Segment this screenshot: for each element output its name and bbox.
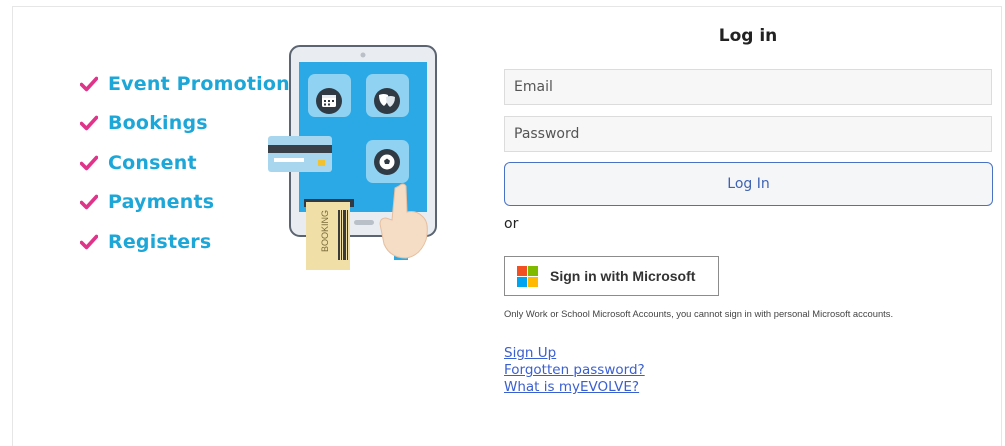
check-icon: [80, 155, 98, 171]
check-icon: [80, 194, 98, 210]
feature-label: Event Promotion: [108, 72, 290, 95]
feature-item: Payments: [80, 183, 290, 223]
tablet-illustration: BOOKING: [268, 45, 437, 270]
feature-list: Event Promotion Bookings Consent Payment…: [80, 64, 290, 262]
feature-label: Payments: [108, 191, 215, 214]
page-title: Log in: [718, 26, 778, 46]
feature-label: Bookings: [108, 112, 208, 135]
feature-label: Consent: [108, 151, 197, 174]
feature-item: Event Promotion: [80, 64, 290, 104]
what-is-myevolve-link[interactable]: What is myEVOLVE?: [504, 379, 645, 396]
microsoft-logo-icon: [517, 265, 538, 287]
football-icon: [366, 140, 409, 183]
feature-item: Registers: [80, 222, 290, 262]
booking-ticket-icon: BOOKING: [304, 199, 354, 270]
forgotten-password-link[interactable]: Forgotten password?: [504, 362, 645, 379]
microsoft-account-note: Only Work or School Microsoft Accounts, …: [504, 308, 894, 319]
help-links: Sign Up Forgotten password? What is myEV…: [504, 345, 645, 396]
feature-item: Consent: [80, 143, 290, 183]
or-separator: or: [504, 216, 519, 232]
sign-up-link[interactable]: Sign Up: [504, 345, 645, 362]
email-input[interactable]: [504, 69, 992, 105]
login-button[interactable]: Log In: [504, 162, 993, 206]
feature-item: Bookings: [80, 104, 290, 144]
feature-label: Registers: [108, 230, 212, 253]
ticket-label: BOOKING: [320, 210, 330, 252]
microsoft-button-label: Sign in with Microsoft: [550, 268, 696, 284]
check-icon: [80, 76, 98, 92]
sign-in-with-microsoft-button[interactable]: Sign in with Microsoft: [504, 256, 719, 296]
password-input[interactable]: [504, 116, 992, 152]
calendar-icon: [308, 74, 351, 117]
theatre-masks-icon: [366, 74, 409, 117]
check-icon: [80, 234, 98, 250]
check-icon: [80, 115, 98, 131]
credit-card-icon: [268, 136, 332, 172]
